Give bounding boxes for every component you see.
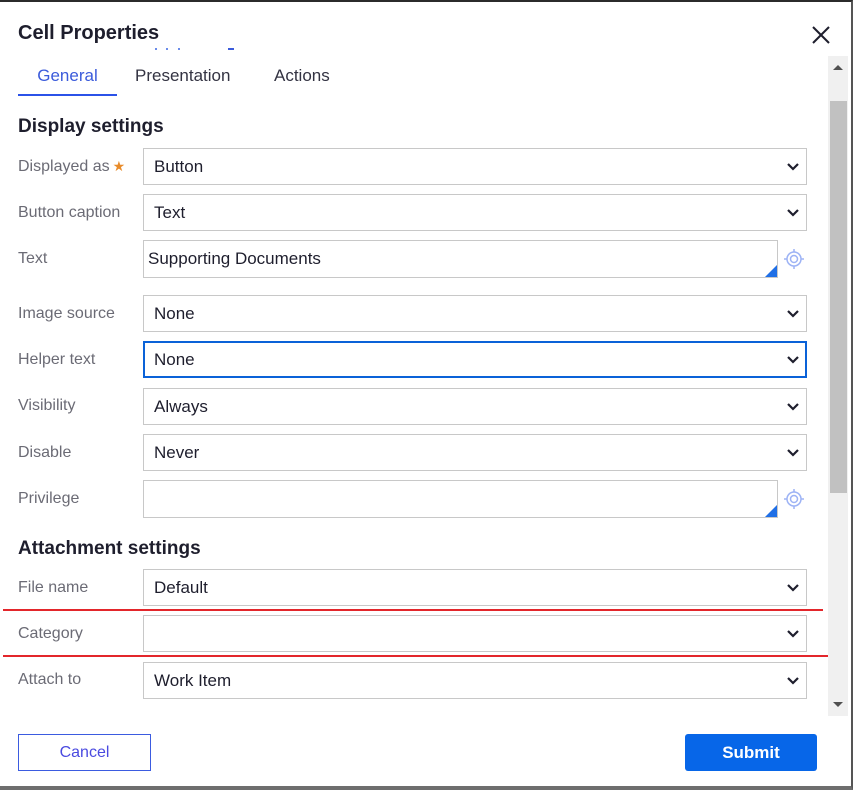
clipped-content xyxy=(178,48,180,50)
disable-value: Never xyxy=(154,443,200,462)
helper-text-label: Helper text xyxy=(18,351,96,368)
visibility-value: Always xyxy=(154,397,208,416)
tab-general-label: General xyxy=(37,66,98,85)
chevron-down-icon xyxy=(787,584,799,592)
visibility-label: Visibility xyxy=(18,397,76,414)
resize-corner-icon xyxy=(765,505,777,517)
chevron-down-icon xyxy=(787,209,799,217)
property-picker-icon[interactable] xyxy=(783,488,805,510)
tab-presentation-label: Presentation xyxy=(135,66,231,85)
image-source-label: Image source xyxy=(18,305,115,322)
cell-properties-dialog: Cell Properties General Presentation Act… xyxy=(0,0,853,790)
visibility-select[interactable]: Always xyxy=(143,388,807,425)
file-name-value: Default xyxy=(154,578,208,597)
chevron-down-icon xyxy=(787,677,799,685)
clipped-content xyxy=(155,48,157,50)
file-name-label: File name xyxy=(18,579,89,596)
attach-to-label: Attach to xyxy=(18,671,82,688)
text-input[interactable]: Supporting Documents xyxy=(143,240,778,278)
chevron-down-icon xyxy=(787,449,799,457)
chevron-down-icon xyxy=(787,163,799,171)
resize-corner-icon xyxy=(765,265,777,277)
chevron-down-icon xyxy=(787,630,799,638)
helper-text-value: None xyxy=(154,350,195,369)
annotation-line-bottom xyxy=(3,655,828,657)
attach-to-value: Work Item xyxy=(154,671,232,690)
tab-presentation[interactable]: Presentation xyxy=(135,62,230,94)
displayed-as-label-text: Displayed as xyxy=(18,158,110,175)
attach-to-select[interactable]: Work Item xyxy=(143,662,807,699)
scroll-up-arrow-icon[interactable] xyxy=(833,65,843,70)
clipped-content xyxy=(166,48,168,50)
attachment-settings-heading: Attachment settings xyxy=(18,538,201,559)
displayed-as-value: Button xyxy=(154,157,204,176)
button-caption-label: Button caption xyxy=(18,204,121,221)
text-label: Text xyxy=(18,250,48,267)
disable-label: Disable xyxy=(18,444,72,461)
required-star-icon: ★ xyxy=(112,158,126,174)
image-source-select[interactable]: None xyxy=(143,295,807,332)
property-picker-icon[interactable] xyxy=(783,248,805,270)
displayed-as-label: Displayed as ★ xyxy=(18,158,125,176)
helper-text-select[interactable]: None xyxy=(143,341,807,378)
dialog-title: Cell Properties xyxy=(18,22,160,44)
image-source-value: None xyxy=(154,304,195,323)
chevron-down-icon xyxy=(787,403,799,411)
category-select[interactable] xyxy=(143,615,807,652)
chevron-down-icon xyxy=(787,356,799,364)
tab-actions[interactable]: Actions xyxy=(274,62,330,94)
close-icon[interactable] xyxy=(808,22,834,48)
file-name-select[interactable]: Default xyxy=(143,569,807,606)
cancel-button[interactable]: Cancel xyxy=(18,734,151,771)
clipped-content xyxy=(228,48,234,50)
displayed-as-select[interactable]: Button xyxy=(143,148,807,185)
scroll-down-arrow-icon[interactable] xyxy=(833,702,843,707)
button-caption-value: Text xyxy=(154,203,186,222)
disable-select[interactable]: Never xyxy=(143,434,807,471)
display-settings-heading: Display settings xyxy=(18,116,164,137)
scrollbar-thumb[interactable] xyxy=(830,101,847,493)
privilege-input[interactable] xyxy=(143,480,778,518)
text-input-value: Supporting Documents xyxy=(148,249,321,268)
privilege-label: Privilege xyxy=(18,490,80,507)
submit-button[interactable]: Submit xyxy=(685,734,817,771)
button-caption-select[interactable]: Text xyxy=(143,194,807,231)
chevron-down-icon xyxy=(787,310,799,318)
category-label: Category xyxy=(18,625,83,642)
tab-actions-label: Actions xyxy=(274,66,330,85)
tab-general[interactable]: General xyxy=(18,62,117,96)
annotation-line-top xyxy=(3,609,823,611)
